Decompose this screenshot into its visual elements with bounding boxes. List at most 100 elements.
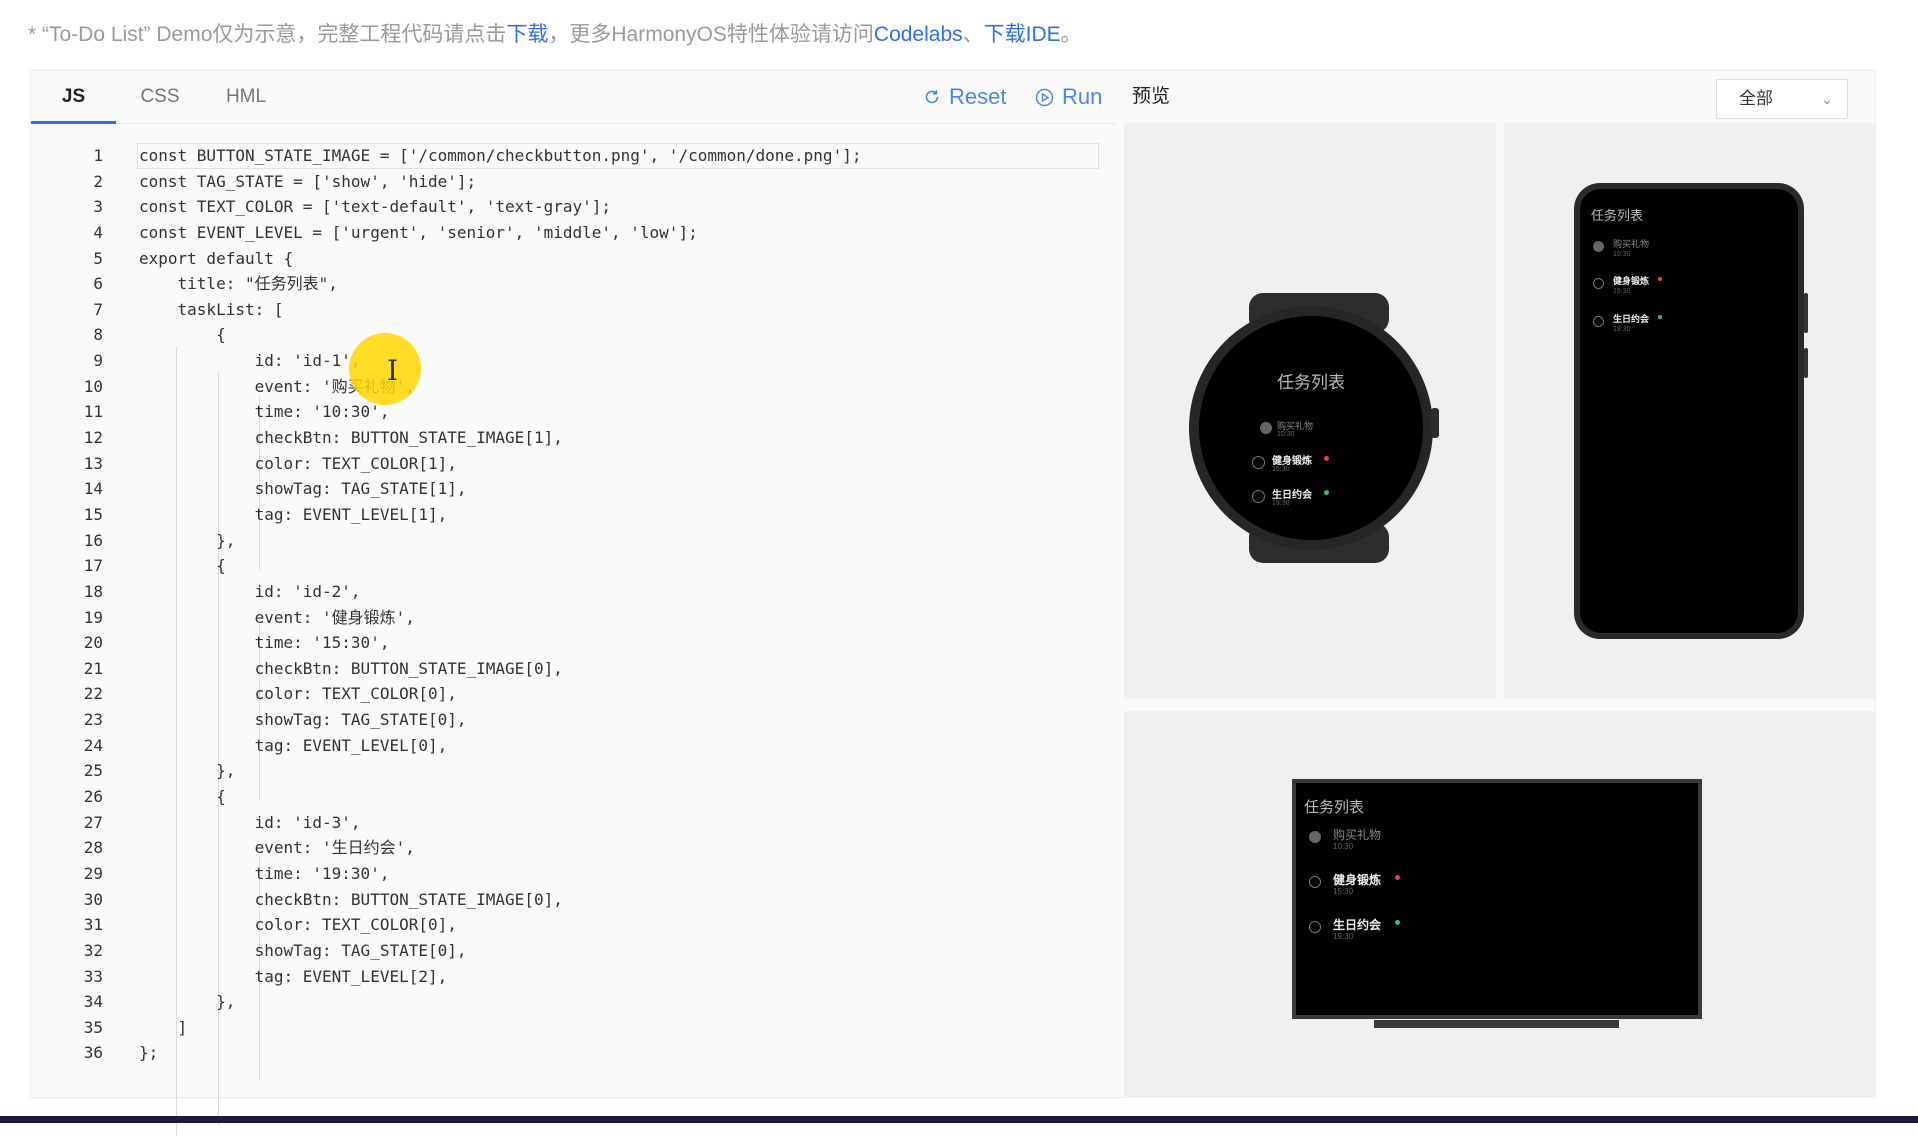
- code-line[interactable]: 1 const BUTTON_STATE_IMAGE = ['/common/ch…: [31, 143, 1116, 169]
- reset-button[interactable]: Reset: [923, 71, 1006, 123]
- code-text: const EVENT_LEVEL = ['urgent', 'senior',…: [139, 222, 698, 242]
- phone-device: [1574, 183, 1808, 639]
- middle-tag-dot: [1658, 315, 1662, 319]
- code-line[interactable]: 31 color: TEXT_COLOR[0],: [31, 912, 1116, 938]
- code-text: id: 'id-3',: [139, 812, 361, 832]
- checked-icon: [1309, 831, 1321, 843]
- code-text: id: 'id-2',: [139, 581, 361, 601]
- code-text: color: TEXT_COLOR[1],: [139, 453, 457, 473]
- line-number: 2: [93, 171, 103, 191]
- code-line[interactable]: 15 tag: EVENT_LEVEL[1],: [31, 502, 1116, 528]
- middle-tag-dot: [1324, 490, 1329, 495]
- download-ide-link[interactable]: 下载IDE: [984, 23, 1061, 46]
- code-text: title: "任务列表",: [139, 274, 338, 294]
- play-circle-icon: [1035, 88, 1054, 106]
- playground: JS CSS HML Reset Run 1 const BUTTON_STATE…: [30, 70, 1876, 1136]
- code-line[interactable]: 8 {: [31, 322, 1116, 348]
- code-line[interactable]: 32 showTag: TAG_STATE[0],: [31, 938, 1116, 964]
- line-number: 28: [83, 838, 103, 858]
- phone-app-title: 任务列表: [1591, 208, 1644, 223]
- tab-js[interactable]: JS: [31, 71, 116, 124]
- notice-middle: ，更多HarmonyOS特性体验请访问: [548, 23, 874, 46]
- code-text: {: [139, 325, 226, 345]
- code-line[interactable]: 9 id: 'id-1',: [31, 348, 1116, 374]
- refresh-icon: [925, 90, 939, 104]
- code-line[interactable]: 6 title: "任务列表",: [31, 271, 1116, 297]
- unchecked-circle-icon: [1252, 456, 1265, 469]
- urgent-tag-dot: [1395, 875, 1400, 880]
- unchecked-circle-icon: [1593, 278, 1604, 289]
- code-line[interactable]: 4 const EVENT_LEVEL = ['urgent', 'senior'…: [31, 220, 1116, 246]
- line-number: 35: [83, 1017, 103, 1037]
- code-line[interactable]: 13 color: TEXT_COLOR[1],: [31, 451, 1116, 477]
- code-line[interactable]: 11 time: '10:30',: [31, 399, 1116, 425]
- code-line[interactable]: 29 time: '19:30',: [31, 861, 1116, 887]
- code-line[interactable]: 16 },: [31, 528, 1116, 554]
- line-number: 34: [83, 992, 103, 1012]
- code-line[interactable]: 5 export default {: [31, 246, 1116, 272]
- bottom-border-strip: [0, 1116, 1918, 1123]
- unchecked-circle-icon: [1593, 316, 1604, 327]
- code-text: id: 'id-1',: [139, 351, 361, 371]
- code-text: tag: EVENT_LEVEL[2],: [139, 966, 448, 986]
- code-line[interactable]: 23 showTag: TAG_STATE[0],: [31, 707, 1116, 733]
- preview-label: 预览: [1132, 86, 1171, 107]
- codelabs-link[interactable]: Codelabs: [874, 23, 963, 46]
- code-line[interactable]: 22 color: TEXT_COLOR[0],: [31, 681, 1116, 707]
- code-line[interactable]: 33 tag: EVENT_LEVEL[2],: [31, 964, 1116, 990]
- preview-header: 预览 全部 ⌄: [1124, 71, 1875, 123]
- code-line[interactable]: 7 taskList: [: [31, 297, 1116, 323]
- code-line[interactable]: 18 id: 'id-2',: [31, 579, 1116, 605]
- notice-separator: 、: [962, 23, 984, 46]
- code-line[interactable]: 30 checkBtn: BUTTON_STATE_IMAGE[0],: [31, 887, 1116, 913]
- code-line[interactable]: 24 tag: EVENT_LEVEL[0],: [31, 733, 1116, 759]
- tab-hml[interactable]: HML: [211, 71, 281, 123]
- code-line[interactable]: 20 time: '15:30',: [31, 630, 1116, 656]
- code-line[interactable]: 26 {: [31, 784, 1116, 810]
- code-text: event: '生日约会',: [139, 838, 415, 858]
- run-label: Run: [1062, 84, 1103, 109]
- code-line[interactable]: 17 {: [31, 553, 1116, 579]
- code-line[interactable]: 3 const TEXT_COLOR = ['text-default', 'te…: [31, 194, 1116, 220]
- code-line[interactable]: 25 },: [31, 758, 1116, 784]
- download-link[interactable]: 下载: [506, 23, 548, 46]
- line-number: 14: [83, 479, 103, 499]
- line-number: 30: [83, 889, 103, 909]
- code-line[interactable]: 35 ]: [31, 1015, 1116, 1041]
- code-line[interactable]: 27 id: 'id-3',: [31, 810, 1116, 836]
- tab-css[interactable]: CSS: [128, 71, 192, 123]
- code-line[interactable]: 28 event: '生日约会',: [31, 835, 1116, 861]
- code-editor-pane: JS CSS HML Reset Run 1 const BUTTON_STATE…: [31, 71, 1116, 1136]
- line-number: 17: [83, 556, 103, 576]
- code-line[interactable]: 34 },: [31, 989, 1116, 1015]
- code-line[interactable]: 10 event: '购买礼物',: [31, 374, 1116, 400]
- line-number: 31: [83, 915, 103, 935]
- code-line[interactable]: 12 checkBtn: BUTTON_STATE_IMAGE[1],: [31, 425, 1116, 451]
- editor-tab-bar: JS CSS HML Reset Run: [31, 71, 1116, 124]
- code-text: showTag: TAG_STATE[1],: [139, 479, 467, 499]
- code-text: showTag: TAG_STATE[0],: [139, 940, 467, 960]
- code-line[interactable]: 21 checkBtn: BUTTON_STATE_IMAGE[0],: [31, 656, 1116, 682]
- code-text: },: [139, 530, 236, 550]
- line-number: 13: [83, 453, 103, 473]
- code-text: time: '19:30',: [139, 863, 390, 883]
- line-number: 10: [83, 376, 103, 396]
- notice-text: * “To-Do List” Demo仅为示意，完整工程代码请点击下载，更多Ha…: [28, 18, 1082, 52]
- unchecked-circle-icon: [1309, 876, 1321, 888]
- line-number: 1: [93, 146, 103, 165]
- code-line[interactable]: 36};: [31, 1040, 1116, 1066]
- code-area[interactable]: 1 const BUTTON_STATE_IMAGE = ['/common/ch…: [31, 143, 1116, 1066]
- device-select[interactable]: 全部 ⌄: [1716, 79, 1848, 119]
- code-text: {: [139, 787, 226, 807]
- device-select-value: 全部: [1739, 89, 1773, 108]
- code-line[interactable]: 2 const TAG_STATE = ['show', 'hide'];: [31, 169, 1116, 195]
- line-number: 5: [93, 248, 103, 268]
- watch-app-title: 任务列表: [1277, 373, 1345, 392]
- checked-icon: [1593, 241, 1604, 252]
- code-line[interactable]: 14 showTag: TAG_STATE[1],: [31, 476, 1116, 502]
- line-number: 15: [83, 504, 103, 524]
- run-button[interactable]: Run: [1035, 71, 1102, 123]
- code-line[interactable]: 19 event: '健身锻炼',: [31, 605, 1116, 631]
- code-text: export default {: [139, 248, 294, 268]
- tv-device: [1292, 779, 1702, 1028]
